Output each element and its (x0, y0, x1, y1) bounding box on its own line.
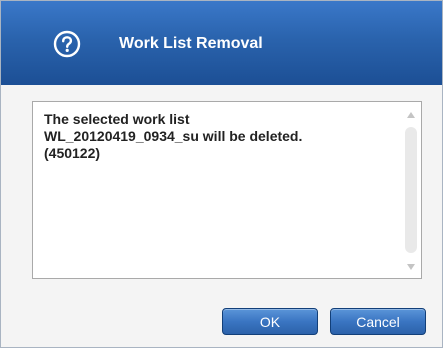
question-help-icon (53, 30, 81, 58)
ok-button[interactable]: OK (222, 308, 318, 335)
work-list-removal-dialog: Work List Removal The selected work list… (0, 0, 443, 348)
scroll-up-arrow-icon[interactable] (407, 112, 415, 118)
message-textbox[interactable]: The selected work list WL_20120419_0934_… (32, 101, 422, 279)
dialog-titlebar: Work List Removal (1, 1, 442, 85)
dialog-title: Work List Removal (119, 35, 263, 52)
vertical-scrollbar[interactable] (405, 110, 417, 272)
scrollbar-thumb[interactable] (405, 127, 417, 253)
message-text: The selected work list WL_20120419_0934_… (44, 111, 303, 161)
cancel-button[interactable]: Cancel (330, 308, 426, 335)
scroll-down-arrow-icon[interactable] (407, 264, 415, 270)
